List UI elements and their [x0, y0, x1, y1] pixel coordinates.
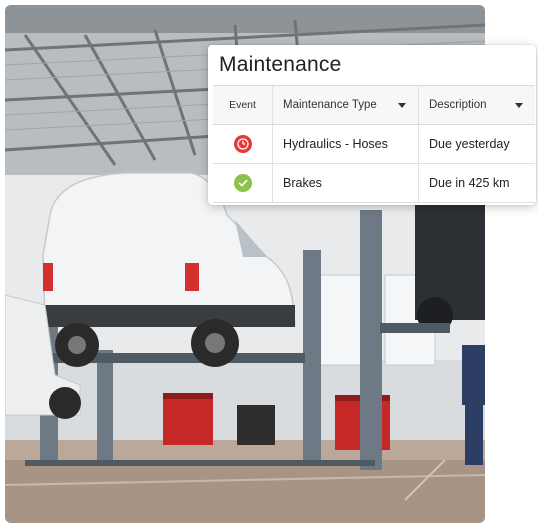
column-header-maintenance-type[interactable]: Maintenance Type: [273, 86, 419, 124]
description-text: Due in 425 km: [429, 176, 510, 190]
column-label-description: Description: [429, 99, 487, 111]
card-title: Maintenance: [219, 53, 342, 76]
column-label-event: Event: [229, 99, 256, 111]
event-cell: [213, 125, 273, 163]
column-label-maintenance-type: Maintenance Type: [283, 99, 377, 111]
caret-down-icon[interactable]: [515, 102, 523, 108]
clock-icon: [233, 135, 252, 153]
maintenance-card: Maintenance Event Maintenance Type Descr…: [208, 45, 536, 205]
table-header-row: Event Maintenance Type Description: [213, 86, 535, 125]
maintenance-type-text: Hydraulics - Hoses: [283, 137, 388, 151]
maintenance-type-text: Brakes: [283, 176, 322, 190]
table-row[interactable]: Brakes Due in 425 km: [213, 164, 535, 203]
maintenance-table: Event Maintenance Type Description Hydra…: [213, 85, 535, 203]
table-row[interactable]: Hydraulics - Hoses Due yesterday: [213, 125, 535, 164]
column-header-event: Event: [213, 86, 273, 124]
column-header-description[interactable]: Description: [419, 86, 535, 124]
maintenance-type-cell: Hydraulics - Hoses: [273, 125, 419, 163]
description-cell: Due yesterday: [419, 125, 535, 163]
description-text: Due yesterday: [429, 137, 510, 151]
maintenance-type-cell: Brakes: [273, 164, 419, 202]
caret-down-icon[interactable]: [398, 102, 406, 108]
event-cell: [213, 164, 273, 202]
description-cell: Due in 425 km: [419, 164, 535, 202]
check-icon: [233, 174, 252, 192]
